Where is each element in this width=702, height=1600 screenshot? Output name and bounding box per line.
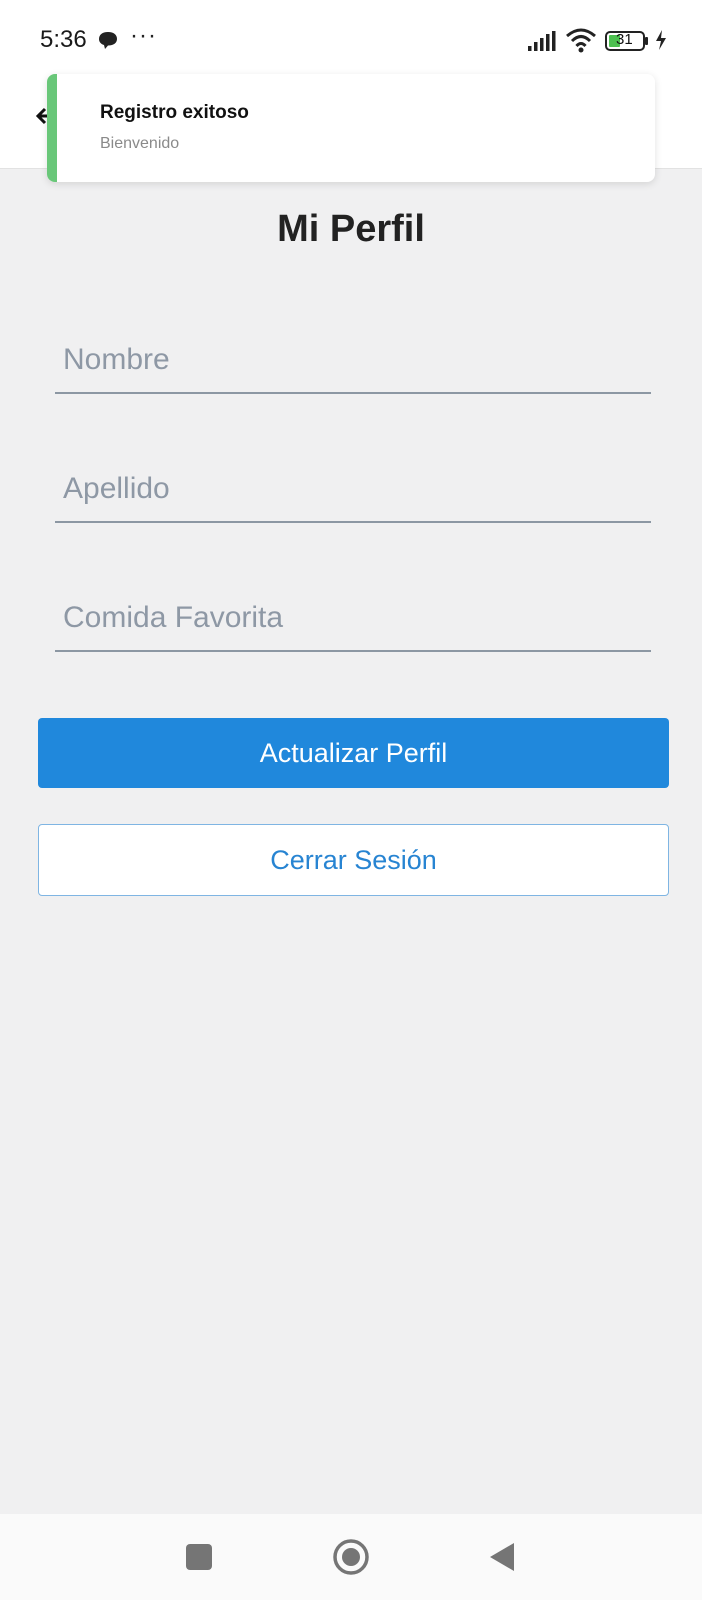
- message-icon: [98, 30, 118, 55]
- system-nav-bar: [0, 1514, 702, 1600]
- apellido-input[interactable]: [55, 465, 651, 523]
- update-profile-button[interactable]: Actualizar Perfil: [38, 718, 669, 788]
- toast-subtitle: Bienvenido: [100, 135, 180, 152]
- charging-icon: [655, 30, 667, 55]
- nombre-input[interactable]: [55, 336, 651, 394]
- status-time: 5:36: [40, 26, 87, 53]
- home-icon[interactable]: [332, 1538, 370, 1581]
- more-notifications-indicator: ···: [130, 22, 157, 49]
- nav-back-icon[interactable]: [488, 1542, 516, 1577]
- wifi-icon: [565, 27, 597, 58]
- toast-title: Registro exitoso: [100, 102, 249, 123]
- battery-level: 31: [616, 31, 633, 48]
- status-bar: 5:36 ··· 31: [0, 0, 702, 84]
- signal-icon: [528, 31, 558, 56]
- toast-notification[interactable]: Registro exitoso Bienvenido: [47, 74, 655, 182]
- comida-favorita-input[interactable]: [55, 594, 651, 652]
- toast-accent-bar: [47, 74, 57, 182]
- page-title: Mi Perfil: [277, 208, 425, 250]
- logout-button[interactable]: Cerrar Sesión: [38, 824, 669, 896]
- recents-icon[interactable]: [186, 1544, 212, 1575]
